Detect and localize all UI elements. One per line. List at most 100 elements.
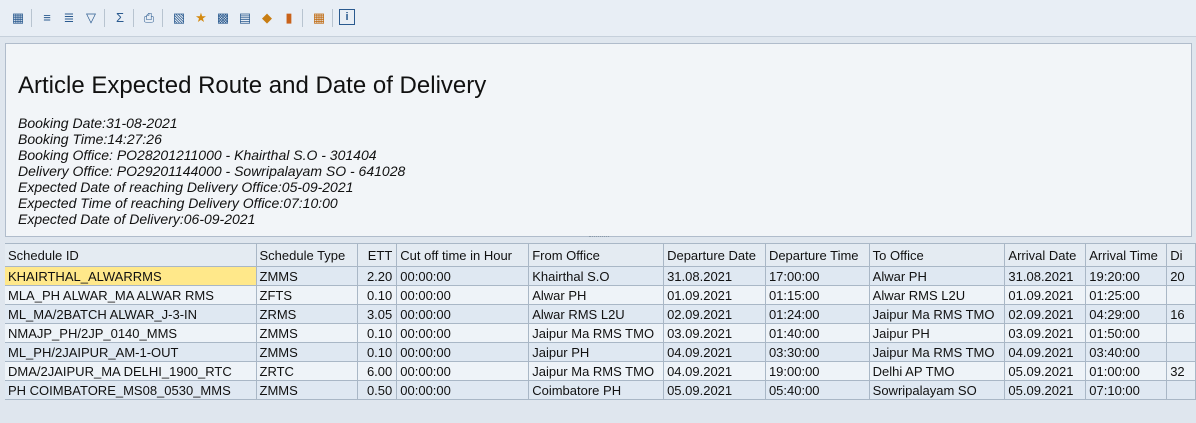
table-cell[interactable]: ZMMS bbox=[256, 266, 359, 286]
table-cell[interactable]: 2.20 bbox=[357, 266, 398, 286]
table-cell[interactable]: 05.09.2021 bbox=[663, 380, 766, 400]
table-cell[interactable]: 17:00:00 bbox=[765, 266, 870, 286]
table-cell[interactable]: Jaipur Ma RMS TMO bbox=[528, 361, 665, 381]
export-icon[interactable]: ▧ bbox=[170, 9, 188, 27]
column-header[interactable]: Schedule ID bbox=[5, 243, 257, 267]
table-cell[interactable]: KHAIRTHAL_ALWARRMS bbox=[5, 266, 257, 286]
column-header[interactable]: Arrival Time bbox=[1085, 243, 1168, 267]
splitter-handle[interactable] bbox=[589, 236, 609, 241]
table-cell[interactable]: 00:00:00 bbox=[396, 266, 530, 286]
table-cell[interactable]: 20 bbox=[1166, 266, 1196, 286]
excel-icon[interactable]: ◆ bbox=[258, 9, 276, 27]
table-cell[interactable]: ML_MA/2BATCH ALWAR_J-3-IN bbox=[5, 304, 257, 324]
table-cell[interactable]: Coimbatore PH bbox=[528, 380, 665, 400]
table-row[interactable]: PH COIMBATORE_MS08_0530_MMS ZMMS 0.50 00… bbox=[5, 380, 1196, 400]
table-row[interactable]: NMAJP_PH/2JP_0140_MMS ZMMS 0.10 00:00:00… bbox=[5, 323, 1196, 343]
table-cell[interactable]: 01:40:00 bbox=[765, 323, 870, 343]
table-cell[interactable]: 00:00:00 bbox=[396, 380, 530, 400]
sum-icon[interactable]: Σ bbox=[111, 9, 129, 27]
table-cell[interactable]: PH COIMBATORE_MS08_0530_MMS bbox=[5, 380, 257, 400]
table-cell[interactable]: 04.09.2021 bbox=[663, 361, 766, 381]
table-cell[interactable]: 01:00:00 bbox=[1085, 361, 1168, 381]
column-header[interactable]: Cut off time in Hour bbox=[396, 243, 530, 267]
column-header[interactable]: Schedule Type bbox=[256, 243, 359, 267]
layout-icon[interactable]: ▩ bbox=[214, 9, 232, 27]
table-cell[interactable]: Jaipur Ma RMS TMO bbox=[869, 304, 1006, 324]
column-header[interactable]: ETT bbox=[357, 243, 398, 267]
table-cell[interactable]: 01:25:00 bbox=[1085, 285, 1168, 305]
table-cell[interactable]: 32 bbox=[1166, 361, 1196, 381]
table-cell[interactable]: Jaipur PH bbox=[528, 342, 665, 362]
table-cell[interactable]: Jaipur Ma RMS TMO bbox=[528, 323, 665, 343]
table-cell[interactable]: Alwar RMS L2U bbox=[528, 304, 665, 324]
table-cell[interactable] bbox=[1166, 342, 1196, 362]
column-header[interactable]: Di bbox=[1166, 243, 1196, 267]
filter-icon[interactable]: ▽ bbox=[82, 9, 100, 27]
table-cell[interactable]: ZMMS bbox=[256, 323, 359, 343]
sort-asc-icon[interactable]: ≡ bbox=[38, 9, 56, 27]
table-cell[interactable]: ZMMS bbox=[256, 380, 359, 400]
table-cell[interactable]: MLA_PH ALWAR_MA ALWAR RMS bbox=[5, 285, 257, 305]
table-cell[interactable]: 03:40:00 bbox=[1085, 342, 1168, 362]
table-cell[interactable]: NMAJP_PH/2JP_0140_MMS bbox=[5, 323, 257, 343]
table-cell[interactable]: ZFTS bbox=[256, 285, 359, 305]
details-icon[interactable]: ▦ bbox=[9, 9, 27, 27]
table-cell[interactable]: Khairthal S.O bbox=[528, 266, 665, 286]
table-cell[interactable]: 03.09.2021 bbox=[1004, 323, 1087, 343]
table-cell[interactable] bbox=[1166, 323, 1196, 343]
abc-icon[interactable]: ▤ bbox=[236, 9, 254, 27]
table-cell[interactable]: 0.50 bbox=[357, 380, 398, 400]
table-cell[interactable]: 0.10 bbox=[357, 342, 398, 362]
table-cell[interactable]: 03:30:00 bbox=[765, 342, 870, 362]
table-cell[interactable]: 16 bbox=[1166, 304, 1196, 324]
table-row[interactable]: ML_PH/2JAIPUR_AM-1-OUT ZMMS 0.10 00:00:0… bbox=[5, 342, 1196, 362]
table-cell[interactable]: 00:00:00 bbox=[396, 304, 530, 324]
table-cell[interactable]: 6.00 bbox=[357, 361, 398, 381]
print-icon[interactable]: ⎙ bbox=[140, 9, 158, 27]
table-cell[interactable]: 05:40:00 bbox=[765, 380, 870, 400]
table-row[interactable]: MLA_PH ALWAR_MA ALWAR RMS ZFTS 0.10 00:0… bbox=[5, 285, 1196, 305]
sort-desc-icon[interactable]: ≣ bbox=[60, 9, 78, 27]
column-header[interactable]: From Office bbox=[528, 243, 665, 267]
table-cell[interactable]: Alwar PH bbox=[528, 285, 665, 305]
table-cell[interactable]: 02.09.2021 bbox=[1004, 304, 1087, 324]
table-cell[interactable]: ZMMS bbox=[256, 342, 359, 362]
table-cell[interactable]: 05.09.2021 bbox=[1004, 380, 1087, 400]
table-cell[interactable]: 01.09.2021 bbox=[1004, 285, 1087, 305]
table-cell[interactable]: Alwar PH bbox=[869, 266, 1006, 286]
table-row[interactable]: ML_MA/2BATCH ALWAR_J-3-IN ZRMS 3.05 00:0… bbox=[5, 304, 1196, 324]
table-cell[interactable]: 01:24:00 bbox=[765, 304, 870, 324]
table-cell[interactable]: 0.10 bbox=[357, 323, 398, 343]
column-header[interactable]: To Office bbox=[869, 243, 1006, 267]
table-cell[interactable]: Alwar RMS L2U bbox=[869, 285, 1006, 305]
table-cell[interactable]: 01:50:00 bbox=[1085, 323, 1168, 343]
table-cell[interactable]: 05.09.2021 bbox=[1004, 361, 1087, 381]
table-cell[interactable]: 00:00:00 bbox=[396, 361, 530, 381]
table-cell[interactable]: 31.08.2021 bbox=[663, 266, 766, 286]
grid-icon[interactable]: ▦ bbox=[310, 9, 328, 27]
table-cell[interactable]: 19:00:00 bbox=[765, 361, 870, 381]
table-cell[interactable]: 01:15:00 bbox=[765, 285, 870, 305]
table-cell[interactable]: 04.09.2021 bbox=[663, 342, 766, 362]
table-cell[interactable]: ML_PH/2JAIPUR_AM-1-OUT bbox=[5, 342, 257, 362]
table-cell[interactable]: Delhi AP TMO bbox=[869, 361, 1006, 381]
table-row[interactable]: DMA/2JAIPUR_MA DELHI_1900_RTC ZRTC 6.00 … bbox=[5, 361, 1196, 381]
table-cell[interactable]: DMA/2JAIPUR_MA DELHI_1900_RTC bbox=[5, 361, 257, 381]
table-cell[interactable]: 0.10 bbox=[357, 285, 398, 305]
table-cell[interactable]: 19:20:00 bbox=[1085, 266, 1168, 286]
column-header[interactable]: Arrival Date bbox=[1004, 243, 1087, 267]
table-cell[interactable]: 00:00:00 bbox=[396, 342, 530, 362]
table-cell[interactable]: 00:00:00 bbox=[396, 285, 530, 305]
table-cell[interactable]: 04.09.2021 bbox=[1004, 342, 1087, 362]
table-cell[interactable]: ZRMS bbox=[256, 304, 359, 324]
table-row[interactable]: KHAIRTHAL_ALWARRMS ZMMS 2.20 00:00:00 Kh… bbox=[5, 266, 1196, 286]
table-cell[interactable]: 04:29:00 bbox=[1085, 304, 1168, 324]
table-cell[interactable]: 00:00:00 bbox=[396, 323, 530, 343]
table-cell[interactable]: ZRTC bbox=[256, 361, 359, 381]
table-cell[interactable]: 3.05 bbox=[357, 304, 398, 324]
column-header[interactable]: Departure Time bbox=[765, 243, 870, 267]
graphic-icon[interactable]: ★ bbox=[192, 9, 210, 27]
table-cell[interactable]: Jaipur PH bbox=[869, 323, 1006, 343]
chart-icon[interactable]: ▮ bbox=[280, 9, 298, 27]
table-cell[interactable]: 02.09.2021 bbox=[663, 304, 766, 324]
